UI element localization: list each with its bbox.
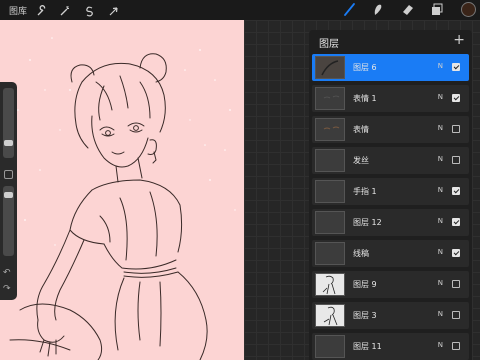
layers-panel: 图层 + 图层 6 N 表情 1 N 表情 N 发丝 N 手指 1 N 图层 1… <box>309 30 472 360</box>
color-picker-swatch[interactable] <box>461 2 476 17</box>
visibility-checkbox[interactable] <box>452 94 460 102</box>
layer-thumbnail <box>315 87 345 110</box>
blend-mode-button[interactable]: N <box>438 186 443 194</box>
layer-row[interactable]: 图层 6 N <box>312 54 469 81</box>
layer-thumbnail <box>315 242 345 265</box>
layer-name: 图层 3 <box>353 311 377 320</box>
layer-row[interactable]: 线稿 N <box>312 240 469 267</box>
blend-mode-button[interactable]: N <box>438 155 443 163</box>
layer-row[interactable]: 发丝 N <box>312 147 469 174</box>
layer-name: 发丝 <box>353 156 369 165</box>
layer-row[interactable]: 手指 1 N <box>312 178 469 205</box>
layer-name: 表情 1 <box>353 94 377 103</box>
visibility-checkbox[interactable] <box>452 125 460 133</box>
opacity-knob[interactable] <box>4 192 13 198</box>
blend-mode-button[interactable]: N <box>438 310 443 318</box>
layer-row[interactable]: 图层 11 N <box>312 333 469 360</box>
brush-icon[interactable] <box>342 2 357 17</box>
visibility-checkbox[interactable] <box>452 63 460 71</box>
layer-thumbnail <box>315 118 345 141</box>
layer-name: 图层 9 <box>353 280 377 289</box>
wrench-icon[interactable] <box>35 3 48 16</box>
eraser-icon[interactable] <box>400 2 415 17</box>
opacity-slider[interactable] <box>3 186 14 256</box>
layer-row[interactable]: 图层 3 N <box>312 302 469 329</box>
transform-arrow-icon[interactable] <box>107 3 120 16</box>
modify-button[interactable] <box>4 170 13 179</box>
redo-icon[interactable]: ↷ <box>3 284 11 294</box>
layers-panel-title: 图层 <box>319 39 339 50</box>
top-toolbar: 图库 <box>0 0 480 20</box>
blend-mode-button[interactable]: N <box>438 62 443 70</box>
left-sidebar: ↶ ↷ <box>0 82 17 300</box>
layer-thumbnail <box>315 56 345 79</box>
layer-name: 线稿 <box>353 249 369 258</box>
visibility-checkbox[interactable] <box>452 280 460 288</box>
blend-mode-button[interactable]: N <box>438 248 443 256</box>
layer-name: 表情 <box>353 125 369 134</box>
layer-thumbnail <box>315 149 345 172</box>
layer-name: 手指 1 <box>353 187 377 196</box>
visibility-checkbox[interactable] <box>452 187 460 195</box>
visibility-checkbox[interactable] <box>452 249 460 257</box>
smudge-icon[interactable] <box>370 2 385 17</box>
layer-name: 图层 12 <box>353 218 382 227</box>
add-layer-button[interactable]: + <box>453 32 465 48</box>
layer-row[interactable]: 图层 12 N <box>312 209 469 236</box>
layers-icon[interactable] <box>430 2 445 17</box>
magic-wand-icon[interactable] <box>58 3 71 16</box>
visibility-checkbox[interactable] <box>452 156 460 164</box>
blend-mode-button[interactable]: N <box>438 93 443 101</box>
undo-icon[interactable]: ↶ <box>3 268 11 278</box>
layer-thumbnail <box>315 180 345 203</box>
layer-name: 图层 11 <box>353 342 382 351</box>
line-art-drawing <box>9 37 236 360</box>
layer-name: 图层 6 <box>353 63 377 72</box>
visibility-checkbox[interactable] <box>452 218 460 226</box>
gallery-button[interactable]: 图库 <box>9 4 27 17</box>
layer-thumbnail <box>315 335 345 358</box>
drawing-canvas[interactable] <box>0 20 244 360</box>
layer-thumbnail <box>315 273 345 296</box>
blend-mode-button[interactable]: N <box>438 217 443 225</box>
layer-thumbnail <box>315 211 345 234</box>
blend-mode-button[interactable]: N <box>438 279 443 287</box>
visibility-checkbox[interactable] <box>452 311 460 319</box>
layer-row[interactable]: 表情 1 N <box>312 85 469 112</box>
brush-size-slider[interactable] <box>3 88 14 158</box>
brush-size-knob[interactable] <box>4 140 13 146</box>
selection-s-icon[interactable] <box>83 3 96 17</box>
visibility-checkbox[interactable] <box>452 342 460 350</box>
layer-row[interactable]: 图层 9 N <box>312 271 469 298</box>
layer-thumbnail <box>315 304 345 327</box>
blend-mode-button[interactable]: N <box>438 341 443 349</box>
blend-mode-button[interactable]: N <box>438 124 443 132</box>
layer-row[interactable]: 表情 N <box>312 116 469 143</box>
